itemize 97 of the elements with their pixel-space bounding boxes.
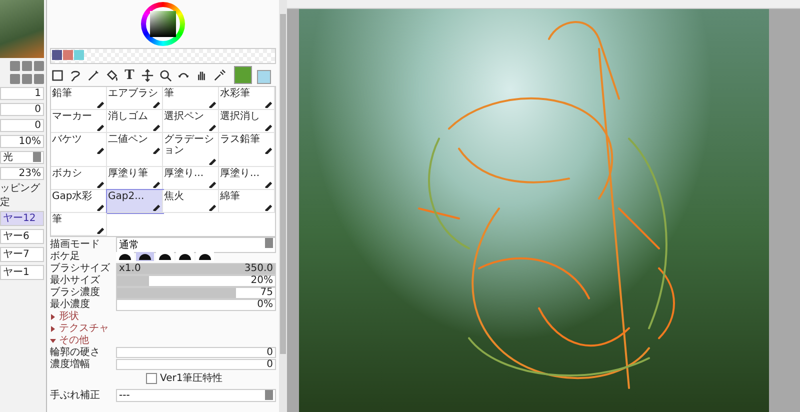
section-header[interactable]: 形状 (50, 311, 276, 322)
brush-tool[interactable]: 厚塗り... (219, 167, 275, 190)
brush-tool[interactable]: 厚塗り筆 (107, 167, 163, 190)
dropdown[interactable]: 通常 (116, 236, 276, 252)
option-label: 定 (0, 197, 11, 208)
brush-tool[interactable]: Gap2... (107, 190, 163, 213)
layer-item[interactable]: ヤー1 (0, 265, 44, 280)
number-field[interactable]: 1 (0, 87, 44, 100)
pen-icon (264, 122, 273, 131)
brush-tool[interactable]: 二値ペン (107, 133, 163, 167)
slider[interactable]: x1.0 350.0 (116, 262, 276, 274)
pen-icon (152, 202, 161, 211)
brush-tool[interactable]: ラス鉛筆 (219, 133, 275, 167)
blend-mode-select[interactable]: 光 (0, 151, 44, 164)
slider[interactable]: 20% (116, 274, 276, 286)
caret-icon (265, 390, 273, 400)
pen-icon (96, 202, 105, 211)
setting-label: 手ぶれ補正 (50, 390, 101, 401)
pen-icon (152, 122, 161, 131)
brush-tool[interactable]: Gap水彩 (51, 190, 107, 213)
caret-icon (33, 152, 41, 162)
zoom-icon[interactable] (158, 68, 173, 82)
pen-icon (208, 156, 217, 165)
brush-tool[interactable]: グラデーション (163, 133, 219, 167)
pen-icon (152, 179, 161, 188)
slider[interactable]: 0% (116, 298, 276, 310)
setting-label: 最小濃度 (50, 299, 91, 310)
brush-tool[interactable]: エアブラシ (107, 87, 163, 110)
pen-icon (96, 225, 105, 234)
pen-icon (264, 99, 273, 108)
edge-shape-button[interactable] (176, 252, 194, 261)
setting-label: ボケ足 (50, 251, 81, 262)
layer-item[interactable]: ヤー12 (0, 211, 44, 226)
dropdown[interactable]: --- (116, 389, 276, 402)
text-tool[interactable]: T (122, 68, 137, 82)
number-field[interactable]: 10% (0, 135, 44, 148)
photo-placeholder (0, 0, 44, 58)
pen-icon (208, 99, 217, 108)
brush-tool[interactable]: 消しゴム (107, 110, 163, 133)
move-icon[interactable] (140, 68, 155, 82)
slider[interactable]: 75 (116, 286, 276, 298)
dropper-icon[interactable] (212, 68, 227, 82)
pen-icon (152, 99, 161, 108)
edge-shape-button[interactable] (116, 252, 134, 261)
pen-icon (208, 202, 217, 211)
brush-tool[interactable]: バケツ (51, 133, 107, 167)
edge-shape-button[interactable] (156, 252, 174, 261)
setting-label: 描画モード (50, 239, 101, 250)
setting-label: 輪郭の硬さ (50, 347, 101, 358)
opacity-field[interactable]: 23% (0, 167, 44, 180)
number-field[interactable]: 0 (0, 119, 44, 132)
scrollbar[interactable] (279, 0, 287, 412)
pen-icon (96, 145, 105, 154)
number-field[interactable]: 0 (0, 103, 44, 116)
brush-tool[interactable]: 筆 (163, 87, 219, 110)
edge-shape-button[interactable] (136, 252, 154, 261)
setting-label: 最小サイズ (50, 275, 101, 286)
color-swatch[interactable] (63, 50, 73, 60)
pen-icon (264, 202, 273, 211)
brush-tool[interactable]: マーカー (51, 110, 107, 133)
pen-icon (208, 122, 217, 131)
option-label: ッピング (0, 183, 41, 194)
section-header[interactable]: テクスチャ (50, 323, 276, 334)
number-field[interactable]: 0 (116, 359, 276, 370)
edge-shape-button[interactable] (196, 252, 214, 261)
color-wheel[interactable] (141, 2, 185, 46)
brush-tool[interactable]: 厚塗り... (163, 167, 219, 190)
current-color[interactable] (234, 66, 252, 84)
pen-icon (96, 99, 105, 108)
section-header[interactable]: その他 (50, 335, 276, 346)
pressure-checkbox[interactable]: Ver1筆圧特性 (146, 373, 223, 384)
caret-icon (265, 238, 273, 248)
color-swatch[interactable] (52, 50, 62, 60)
number-field[interactable]: 0 (116, 347, 276, 358)
brush-tool[interactable]: 鉛筆 (51, 87, 107, 110)
select-rect-icon[interactable] (50, 68, 65, 82)
color-swatch[interactable] (74, 50, 84, 60)
brush-tool[interactable]: 綿筆 (219, 190, 275, 213)
setting-label: ブラシサイズ (50, 263, 111, 274)
brush-tool[interactable]: ボカシ (51, 167, 107, 190)
pen-icon (96, 179, 105, 188)
setting-label: ブラシ濃度 (50, 287, 101, 298)
brush-tool[interactable]: 筆 (51, 213, 107, 236)
layer-item[interactable]: ヤー6 (0, 229, 44, 244)
layer-item[interactable]: ヤー7 (0, 247, 44, 262)
secondary-color[interactable] (257, 70, 271, 84)
brush-tool[interactable]: 選択消し (219, 110, 275, 133)
pen-icon (264, 179, 273, 188)
pen-icon (96, 122, 105, 131)
brush-tool[interactable]: 焦火 (163, 190, 219, 213)
pen-icon (208, 179, 217, 188)
pen-icon (152, 145, 161, 154)
setting-label: 濃度増幅 (50, 359, 91, 370)
pen-icon (264, 145, 273, 154)
brush-tool[interactable]: 水彩筆 (219, 87, 275, 110)
brush-tool[interactable]: 選択ペン (163, 110, 219, 133)
bucket-icon[interactable] (104, 68, 119, 82)
